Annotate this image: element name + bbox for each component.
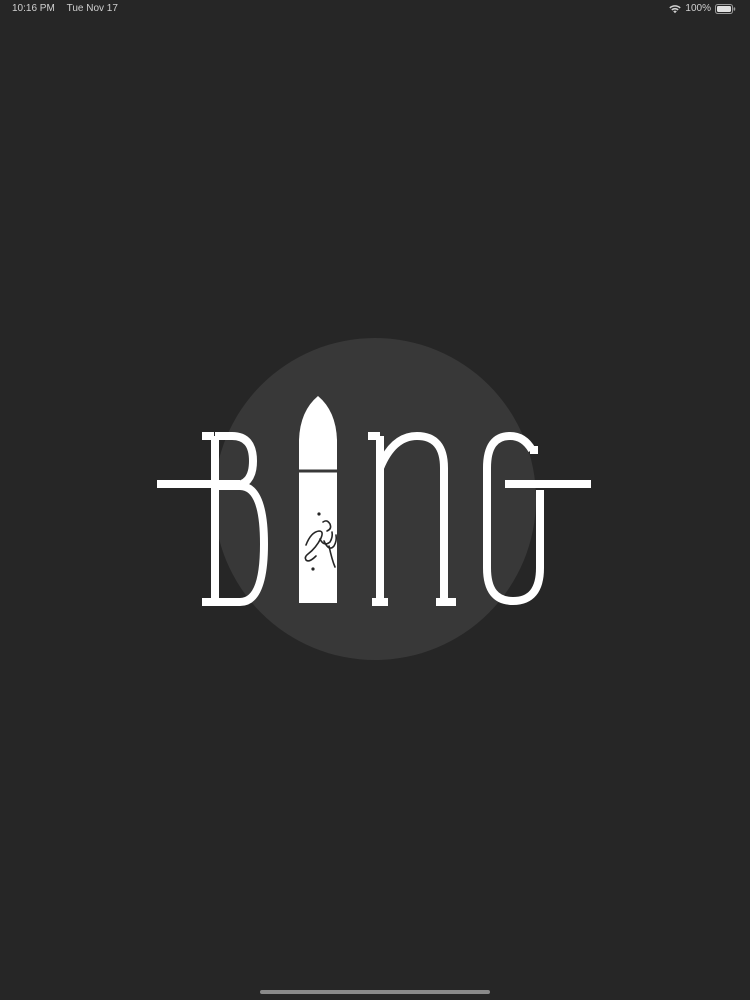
bullet-letter-a	[299, 396, 337, 603]
status-right: 100%	[669, 3, 736, 14]
wifi-icon	[669, 4, 682, 13]
status-time: 10:16 PM	[12, 3, 55, 14]
bang-logo	[157, 338, 591, 660]
status-left: 10:16 PM Tue Nov 17	[12, 3, 118, 14]
battery-percent: 100%	[685, 3, 711, 14]
status-date: Tue Nov 17	[66, 3, 118, 14]
battery-icon	[715, 3, 736, 14]
home-indicator[interactable]	[260, 990, 490, 994]
status-bar: 10:16 PM Tue Nov 17 100%	[0, 0, 750, 20]
splash-logo	[155, 338, 595, 663]
